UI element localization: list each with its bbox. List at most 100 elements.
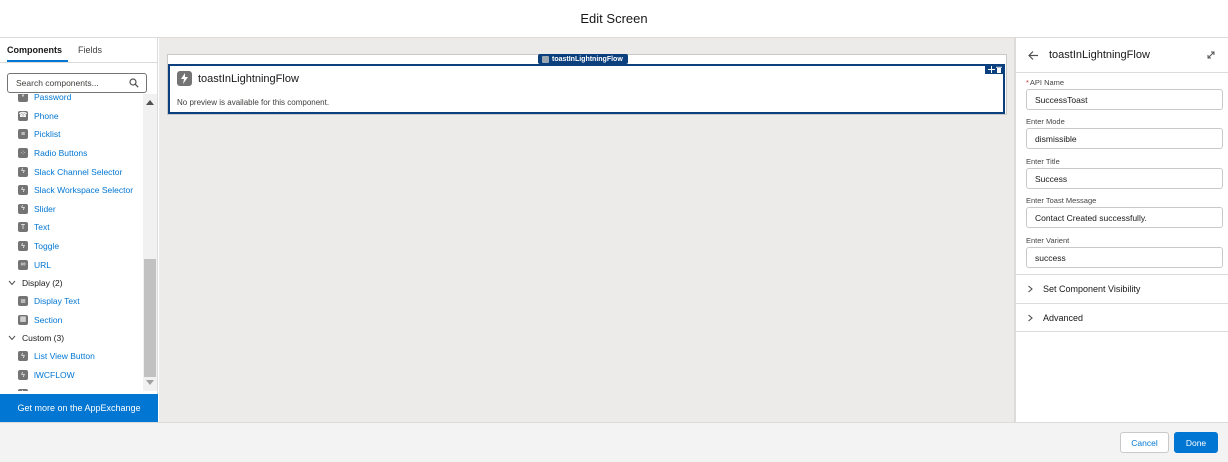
modal-footer: Cancel Done <box>0 422 1228 462</box>
tab-components[interactable]: Components <box>7 45 68 62</box>
field-toast-message: Enter Toast Message <box>1026 196 1223 228</box>
lightning-icon: ϟ <box>18 351 28 362</box>
list-item-label: URL <box>34 259 52 270</box>
list-scrollbar[interactable] <box>143 94 157 391</box>
scrollbar-thumb[interactable] <box>144 259 156 377</box>
field-enter-mode: Enter Mode <box>1026 117 1223 149</box>
lightning-icon: ϟ <box>18 185 28 196</box>
list-item-label: Radio Buttons <box>34 148 88 159</box>
delete-icon[interactable] <box>996 66 1003 73</box>
api-name-input[interactable] <box>1026 89 1223 110</box>
list-item-display-text[interactable]: ≣ Display Text <box>0 292 142 311</box>
selected-component[interactable]: toastInLightningFlow No preview is avail… <box>168 64 1005 114</box>
list-item-label: lWCFLOW <box>34 370 75 381</box>
chevron-right-icon <box>1028 285 1033 293</box>
list-item-slack-channel[interactable]: ϟ Slack Channel Selector <box>0 162 142 181</box>
list-item-slack-workspace[interactable]: ϟ Slack Workspace Selector <box>0 181 142 200</box>
list-item-phone[interactable]: ☎ Phone <box>0 107 142 126</box>
list-item-url[interactable]: ∞ URL <box>0 255 142 274</box>
lightning-icon: ϟ <box>18 370 28 381</box>
toast-message-input[interactable] <box>1026 207 1223 228</box>
selected-component-chip: toastInLightningFlow <box>538 54 628 64</box>
lightning-icon: ϟ <box>18 203 28 214</box>
chip-label: toastInLightningFlow <box>552 55 623 63</box>
back-arrow-icon[interactable] <box>1028 50 1039 61</box>
phone-icon: ☎ <box>18 110 28 121</box>
section-label: Set Component Visibility <box>1043 284 1141 294</box>
page-title: Edit Screen <box>580 11 648 26</box>
group-display[interactable]: Display (2) <box>0 274 142 292</box>
list-item-label: Toggle <box>34 241 60 252</box>
chevron-right-icon <box>1028 314 1033 321</box>
field-label: Enter Mode <box>1026 117 1065 126</box>
appexchange-button[interactable]: Get more on the AppExchange <box>0 394 158 422</box>
modal-header: Edit Screen <box>0 0 1228 38</box>
properties-title: toastInLightningFlow <box>1049 49 1150 61</box>
component-preview-text: No preview is available for this compone… <box>177 98 330 107</box>
radio-icon: ⁘ <box>18 148 28 159</box>
chevron-down-icon <box>8 280 16 286</box>
lightning-icon: ϟ <box>18 388 28 391</box>
components-panel: Components Fields * Password ☎ Phone ≡ P… <box>0 38 158 422</box>
list-item-text[interactable]: T Text <box>0 218 142 237</box>
list-item-label: Display Text <box>34 296 80 307</box>
section-advanced[interactable]: Advanced <box>1016 303 1228 332</box>
section-icon: ▦ <box>18 314 28 325</box>
list-item-toast-in-lightning-flow[interactable]: ϟ toastInLightningFlow <box>0 384 142 391</box>
title-input[interactable] <box>1026 168 1223 189</box>
group-label: Custom (3) <box>22 333 65 344</box>
search-icon[interactable] <box>129 78 139 88</box>
required-indicator: * <box>1026 78 1029 87</box>
display-text-icon: ≣ <box>18 296 28 307</box>
lightning-icon <box>542 55 549 63</box>
list-item-section[interactable]: ▦ Section <box>0 311 142 330</box>
list-item-label: toastInLightningFlow <box>34 389 112 391</box>
field-api-name: *API Name <box>1026 78 1223 110</box>
expand-icon[interactable] <box>1206 50 1216 60</box>
scroll-down-icon[interactable] <box>146 380 154 385</box>
group-custom[interactable]: Custom (3) <box>0 329 142 347</box>
component-list: * Password ☎ Phone ≡ Picklist ⁘ Radio Bu… <box>0 94 158 391</box>
search-input[interactable] <box>8 74 126 92</box>
list-item-radio-buttons[interactable]: ⁘ Radio Buttons <box>0 144 142 163</box>
list-item-label: Phone <box>34 110 59 121</box>
variant-input[interactable] <box>1026 247 1223 268</box>
move-icon[interactable] <box>987 65 995 73</box>
properties-header: toastInLightningFlow <box>1016 38 1228 73</box>
field-label: *API Name <box>1026 78 1065 87</box>
mode-input[interactable] <box>1026 128 1223 149</box>
list-item-label: Section <box>34 314 63 325</box>
text-icon: T <box>18 222 28 233</box>
scroll-up-icon[interactable] <box>146 100 154 105</box>
component-toolbar <box>985 64 1005 74</box>
section-label: Advanced <box>1043 312 1084 323</box>
section-component-visibility[interactable]: Set Component Visibility <box>1016 274 1228 303</box>
list-item-list-view-button[interactable]: ϟ List View Button <box>0 347 142 366</box>
panel-tabs: Components Fields <box>0 38 157 63</box>
field-enter-variant: Enter Varient <box>1026 236 1223 268</box>
picklist-icon: ≡ <box>18 129 28 140</box>
done-button[interactable]: Done <box>1174 432 1218 453</box>
cancel-button[interactable]: Cancel <box>1120 432 1169 453</box>
properties-panel: toastInLightningFlow *API Name Enter Mod… <box>1014 38 1228 422</box>
password-icon: * <box>18 94 28 103</box>
list-item-label: Text <box>34 222 50 233</box>
link-icon: ∞ <box>18 259 28 270</box>
field-label: Enter Toast Message <box>1026 196 1097 205</box>
chevron-down-icon <box>8 335 16 341</box>
group-label: Display (2) <box>22 277 63 288</box>
list-item-label: List View Button <box>34 351 95 362</box>
field-enter-title: Enter Title <box>1026 157 1223 189</box>
list-item-label: Slack Workspace Selector <box>34 185 134 196</box>
list-item-password[interactable]: * Password <box>0 94 142 107</box>
list-item-picklist[interactable]: ≡ Picklist <box>0 125 142 144</box>
list-item-lwcflow[interactable]: ϟ lWCFLOW <box>0 366 142 385</box>
list-item-label: Password <box>34 94 72 103</box>
list-item-label: Slider <box>34 203 56 214</box>
search-box <box>7 73 147 93</box>
list-item-toggle[interactable]: ϟ Toggle <box>0 237 142 256</box>
list-item-slider[interactable]: ϟ Slider <box>0 200 142 219</box>
list-item-label: Slack Channel Selector <box>34 166 123 177</box>
tab-fields[interactable]: Fields <box>78 45 108 62</box>
component-name: toastInLightningFlow <box>198 73 299 85</box>
